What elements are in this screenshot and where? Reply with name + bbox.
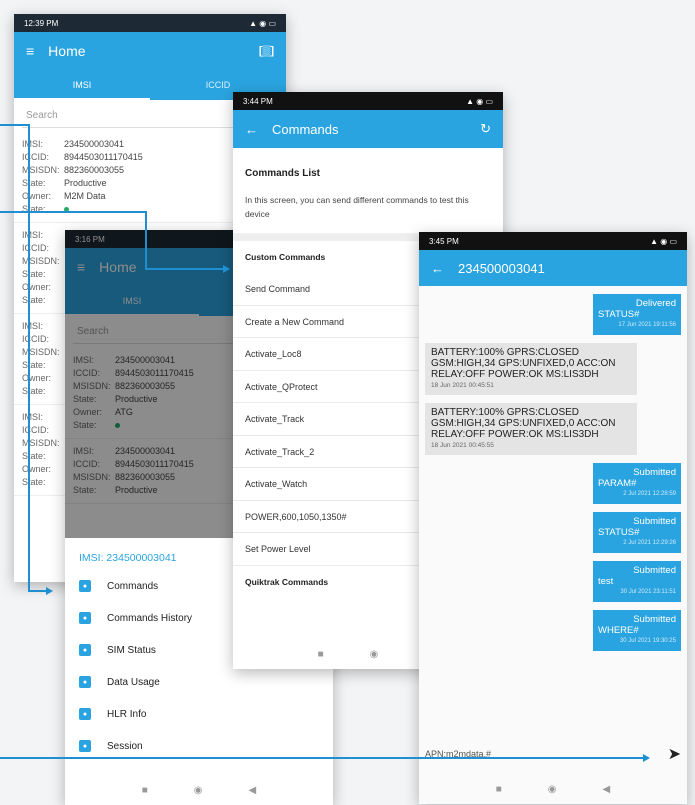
status-time: 12:39 PM: [24, 18, 59, 28]
msisdn-value: 882360003055: [64, 165, 125, 175]
back-arrow-icon[interactable]: ←: [431, 261, 444, 276]
app-bar: ≡ Home [▒]: [14, 32, 286, 70]
message-timestamp: 18 Jun 2021 00:45:51: [431, 382, 494, 389]
message-timestamp: 17 Jun 2021 19:11:56: [618, 322, 676, 328]
screen-chat: 3:45 PM ▲ ◉ ▭ ← 234500003041 Delivered ST…: [419, 232, 687, 804]
imsi-value: 234500003041: [64, 139, 125, 149]
message-text: test: [598, 576, 614, 587]
status-time: 3:44 PM: [243, 96, 273, 106]
message-text: BATTERY:100% GPRS:CLOSED GSM:HIGH,34 GPS…: [431, 347, 616, 380]
message-timestamp: 30 Jul 2021 19:30:25: [619, 638, 676, 644]
state-value: Productive: [64, 178, 107, 188]
message-status: Submitted: [633, 565, 676, 576]
outgoing-message[interactable]: Submitted STATUS# 2 Jul 2021 12:29:26: [593, 512, 681, 553]
status-icons: ▲ ◉ ▭: [249, 18, 276, 28]
outgoing-message[interactable]: Submitted WHERE# 30 Jul 2021 19:30:25: [593, 610, 681, 651]
app-bar: ← 234500003041: [419, 250, 687, 286]
message-status: Delivered: [635, 298, 676, 309]
scan-icon[interactable]: [▒]: [259, 45, 274, 57]
menu-icon[interactable]: ≡: [26, 43, 34, 59]
sheet-item-label: Data Usage: [107, 676, 160, 688]
refresh-icon[interactable]: ↻: [480, 121, 491, 137]
message-text: WHERE#: [598, 625, 639, 636]
status-time: 3:45 PM: [429, 236, 459, 246]
session-icon: ●: [79, 740, 91, 752]
chart-icon: ●: [79, 676, 91, 688]
tab-imsi[interactable]: IMSI: [14, 70, 150, 100]
message-status: Submitted: [633, 516, 676, 527]
sheet-item-label: SIM Status: [107, 644, 156, 656]
status-icons: ▲ ◉ ▭: [650, 236, 677, 246]
info-icon: ●: [79, 644, 91, 656]
nav-bar: ■ ◉ ◀: [65, 775, 333, 805]
app-title: Home: [48, 43, 86, 59]
history-icon: ●: [79, 612, 91, 624]
incoming-message[interactable]: BATTERY:100% GPRS:CLOSED GSM:HIGH,34 GPS…: [425, 343, 637, 395]
owner-value: M2M Data: [64, 191, 106, 201]
app-bar: ← Commands ↻: [233, 110, 503, 148]
chat-title: 234500003041: [458, 260, 545, 276]
message-text: STATUS#: [598, 309, 640, 320]
sheet-item-label: Commands: [107, 580, 159, 592]
status-bar: 3:44 PM ▲ ◉ ▭: [233, 92, 503, 110]
app-title: Commands: [272, 121, 339, 137]
message-status: Submitted: [633, 467, 676, 478]
database-icon: ●: [79, 708, 91, 720]
incoming-message[interactable]: BATTERY:100% GPRS:CLOSED GSM:HIGH,34 GPS…: [425, 403, 637, 455]
outgoing-message[interactable]: Delivered STATUS# 17 Jun 2021 19:11:56: [593, 294, 681, 335]
sheet-item-data-usage[interactable]: ● Data Usage: [65, 666, 333, 698]
message-text: STATUS#: [598, 527, 640, 538]
nav-bar: ■ ◉ ◀: [419, 774, 687, 804]
status-bar: 3:45 PM ▲ ◉ ▭: [419, 232, 687, 250]
commands-description: In this screen, you can send different c…: [245, 195, 469, 219]
status-bar: 12:39 PM ▲ ◉ ▭: [14, 14, 286, 32]
message-timestamp: 2 Jul 2021 12:29:26: [623, 540, 676, 546]
outgoing-message[interactable]: Submitted PARAM# 2 Jul 2021 12:28:59: [593, 463, 681, 504]
message-list: Delivered STATUS# 17 Jun 2021 19:11:56 BATT…: [419, 294, 687, 651]
nav-recents-icon[interactable]: ■: [142, 785, 148, 796]
nav-back-icon[interactable]: ◀: [603, 784, 611, 795]
back-arrow-icon[interactable]: ←: [245, 122, 258, 137]
message-timestamp: 18 Jun 2021 00:45:55: [431, 442, 494, 449]
nav-recents-icon[interactable]: ■: [496, 784, 502, 795]
nav-home-icon[interactable]: ◉: [194, 785, 203, 796]
commands-heading: Commands List: [245, 168, 321, 179]
sheet-item-hlr-info[interactable]: ● HLR Info: [65, 698, 333, 730]
status-icons: ▲ ◉ ▭: [466, 96, 493, 106]
nav-back-icon[interactable]: ◀: [249, 785, 257, 796]
sheet-item-label: Session: [107, 740, 143, 752]
message-status: Submitted: [633, 614, 676, 625]
nav-home-icon[interactable]: ◉: [370, 649, 379, 660]
sheet-item-label: Commands History: [107, 612, 193, 624]
sheet-item-label: HLR Info: [107, 708, 147, 720]
message-text: PARAM#: [598, 478, 637, 489]
send-icon[interactable]: ➤: [668, 744, 681, 764]
nav-home-icon[interactable]: ◉: [548, 784, 557, 795]
message-text: BATTERY:100% GPRS:CLOSED GSM:HIGH,34 GPS…: [431, 407, 616, 440]
message-timestamp: 2 Jul 2021 12:28:59: [623, 491, 676, 497]
iccid-value: 8944503011170415: [64, 152, 143, 162]
outgoing-message[interactable]: Submitted test 30 Jul 2021 23:11:51: [593, 561, 681, 602]
message-timestamp: 30 Jul 2021 23:11:51: [620, 589, 676, 595]
nav-recents-icon[interactable]: ■: [318, 649, 324, 660]
commands-icon: ●: [79, 580, 91, 592]
